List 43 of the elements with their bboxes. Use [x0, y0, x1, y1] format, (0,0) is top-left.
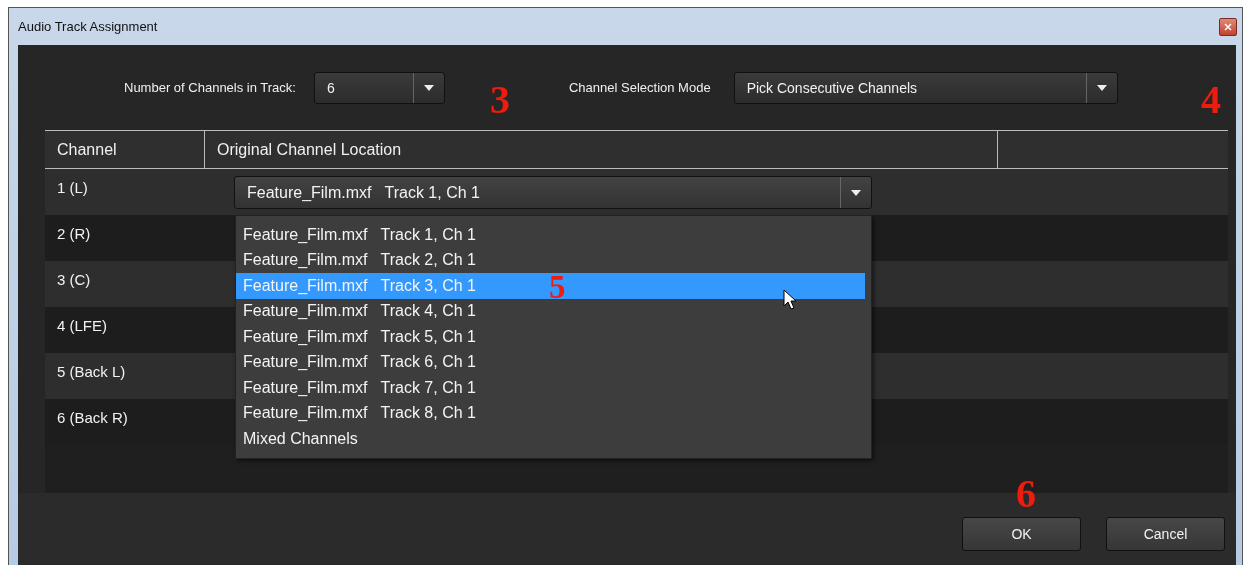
selection-mode-dropdown[interactable]: Pick Consecutive Channels [733, 71, 1118, 104]
dropdown-option[interactable]: Feature_Film.mxf Track 2, Ch 1 [236, 247, 865, 273]
callout-number: 4 [1201, 80, 1221, 120]
dropdown-option[interactable]: Feature_Film.mxf Track 4, Ch 1 [236, 298, 865, 324]
option-label: Feature_Film.mxf Track 4, Ch 1 [243, 302, 476, 321]
option-label: Feature_Film.mxf Track 7, Ch 1 [243, 378, 476, 397]
option-label: Feature_Film.mxf Track 2, Ch 1 [243, 251, 476, 270]
dropdown-option[interactable]: Mixed Channels [236, 426, 865, 452]
caret-icon [423, 84, 434, 91]
channel-cell-text: 6 (Back R) [56, 408, 129, 428]
column-header: Original Channel Location [205, 131, 998, 168]
option-label: Feature_Film.mxf Track 8, Ch 1 [243, 404, 476, 423]
window-title: Audio Track Assignment [18, 19, 158, 34]
location-dropdown[interactable]: Feature_Film.mxf Track 1, Ch 1 [234, 176, 872, 209]
channel-cell-text: 5 (Back L) [56, 362, 127, 382]
channel-cell-text: 4 (LFE) [56, 316, 108, 336]
mouse-pointer-icon [783, 289, 797, 310]
ok-button[interactable]: OK [962, 517, 1081, 551]
dropdown-option[interactable]: Feature_Film.mxf Track 6, Ch 1 [236, 349, 865, 375]
caret-icon [851, 189, 861, 196]
dropdown-option[interactable]: Feature_Film.mxf Track 1, Ch 1 [236, 222, 865, 248]
dropdown-option[interactable]: Feature_Film.mxf Track 5, Ch 1 [236, 324, 865, 350]
option-label: Mixed Channels [243, 429, 358, 448]
callout-number: 5 [549, 273, 566, 298]
caret-icon [1096, 84, 1107, 91]
close-icon [1224, 22, 1232, 31]
channel-count-dropdown[interactable]: 6 [313, 71, 445, 104]
selection-mode-label: Channel Selection Mode [568, 80, 711, 95]
column-header: Channel [45, 131, 205, 168]
option-label: Feature_Film.mxf Track 6, Ch 1 [243, 353, 476, 372]
channel-cell-text: 2 (R) [56, 224, 92, 244]
dropdown-option[interactable]: Feature_Film.mxf Track 7, Ch 1 [236, 375, 865, 401]
option-label: Feature_Film.mxf Track 3, Ch 1 [243, 276, 476, 295]
channel-cell-text: 3 (C) [56, 270, 92, 290]
dropdown-option[interactable]: Feature_Film.mxf Track 8, Ch 1 [236, 400, 865, 426]
callout-number: 6 [1016, 474, 1036, 514]
option-label: Feature_Film.mxf Track 1, Ch 1 [243, 225, 476, 244]
cancel-button[interactable]: Cancel [1106, 517, 1225, 551]
close-button[interactable] [1219, 17, 1237, 36]
channel-cell-text: 1 (L) [56, 178, 89, 198]
callout-number: 3 [490, 80, 510, 120]
option-label: Feature_Film.mxf Track 5, Ch 1 [243, 327, 476, 346]
channel-count-label: Number of Channels in Track: [124, 80, 296, 95]
